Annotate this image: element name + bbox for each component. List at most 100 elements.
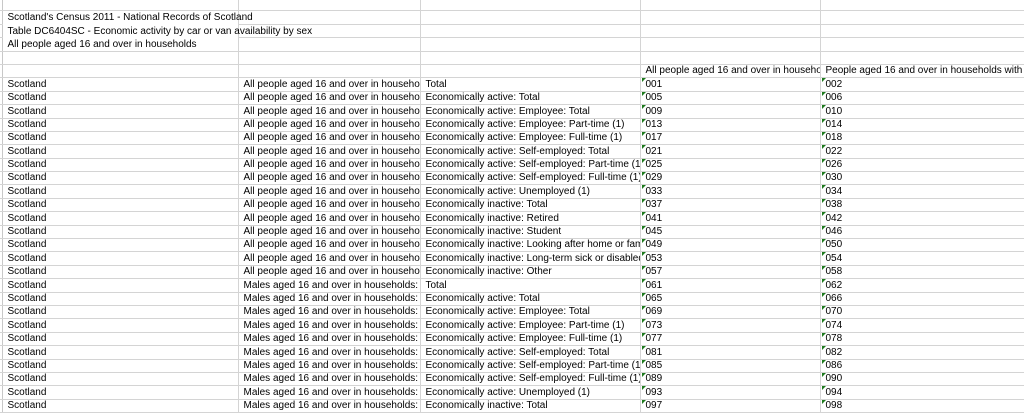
cell[interactable] xyxy=(2,0,239,12)
cell[interactable] xyxy=(420,0,641,12)
area-cell[interactable]: Scotland xyxy=(2,118,239,132)
cell[interactable] xyxy=(640,24,821,39)
population-cell[interactable]: All people aged 16 and over in household… xyxy=(238,265,421,280)
code-cell[interactable]: 090 xyxy=(820,372,1024,387)
activity-cell[interactable]: Economically active: Employee: Part-time… xyxy=(420,318,641,333)
activity-cell[interactable]: Economically active: Self-employed: Part… xyxy=(420,359,641,373)
cell[interactable] xyxy=(640,51,821,65)
code-cell[interactable]: 057 xyxy=(640,265,821,280)
code-cell[interactable]: 038 xyxy=(820,198,1024,213)
cell[interactable] xyxy=(238,0,421,12)
area-cell[interactable]: Scotland xyxy=(2,211,239,226)
activity-cell[interactable]: Total xyxy=(420,278,641,293)
population-cell[interactable]: All people aged 16 and over in household… xyxy=(238,144,421,159)
population-cell[interactable]: Males aged 16 and over in households: xyxy=(238,345,421,360)
code-cell[interactable]: 033 xyxy=(640,184,821,199)
code-cell[interactable]: 065 xyxy=(640,292,821,306)
cell[interactable] xyxy=(640,0,821,12)
activity-cell[interactable]: Economically inactive: Looking after hom… xyxy=(420,238,641,253)
cell[interactable] xyxy=(238,24,421,39)
cell[interactable] xyxy=(820,37,1024,52)
column-header-all-people[interactable]: All people aged 16 and over in household… xyxy=(640,64,821,79)
population-cell[interactable]: All people aged 16 and over in household… xyxy=(238,91,421,106)
population-cell[interactable]: All people aged 16 and over in household… xyxy=(238,118,421,132)
population-cell[interactable]: All people aged 16 and over in household… xyxy=(238,238,421,253)
area-cell[interactable]: Scotland xyxy=(2,292,239,306)
code-cell[interactable]: 045 xyxy=(640,225,821,240)
population-cell[interactable]: Males aged 16 and over in households: xyxy=(238,305,421,320)
code-cell[interactable]: 010 xyxy=(820,104,1024,119)
cell[interactable] xyxy=(820,24,1024,39)
activity-cell[interactable]: Economically active: Self-employed: Full… xyxy=(420,372,641,387)
code-cell[interactable]: 073 xyxy=(640,318,821,333)
activity-cell[interactable]: Economically inactive: Total xyxy=(420,399,641,413)
code-cell[interactable]: 049 xyxy=(640,238,821,253)
code-cell[interactable]: 089 xyxy=(640,372,821,387)
code-cell[interactable]: 077 xyxy=(640,332,821,347)
area-cell[interactable]: Scotland xyxy=(2,225,239,240)
population-cell[interactable]: All people aged 16 and over in household… xyxy=(238,77,421,92)
area-cell[interactable]: Scotland xyxy=(2,158,239,173)
population-cell[interactable]: Males aged 16 and over in households: xyxy=(238,278,421,293)
cell[interactable] xyxy=(420,64,641,79)
code-cell[interactable]: 098 xyxy=(820,399,1024,413)
code-cell[interactable]: 005 xyxy=(640,91,821,106)
code-cell[interactable]: 018 xyxy=(820,131,1024,146)
cell[interactable] xyxy=(420,37,641,52)
activity-cell[interactable]: Economically active: Employee: Full-time… xyxy=(420,332,641,347)
population-cell[interactable]: Males aged 16 and over in households: xyxy=(238,372,421,387)
population-cell[interactable]: All people aged 16 and over in household… xyxy=(238,158,421,173)
area-cell[interactable]: Scotland xyxy=(2,104,239,119)
code-cell[interactable]: 086 xyxy=(820,359,1024,373)
code-cell[interactable]: 081 xyxy=(640,345,821,360)
activity-cell[interactable]: Economically inactive: Total xyxy=(420,198,641,213)
title-cell[interactable]: Scotland's Census 2011 - National Record… xyxy=(2,10,253,25)
activity-cell[interactable]: Economically active: Self-employed: Part… xyxy=(420,158,641,173)
population-cell[interactable]: All people aged 16 and over in household… xyxy=(238,104,421,119)
code-cell[interactable]: 074 xyxy=(820,318,1024,333)
area-cell[interactable]: Scotland xyxy=(2,238,239,253)
area-cell[interactable]: Scotland xyxy=(2,385,239,400)
activity-cell[interactable]: Economically active: Self-employed: Full… xyxy=(420,171,641,186)
population-cell[interactable]: Males aged 16 and over in households: xyxy=(238,332,421,347)
cell[interactable] xyxy=(820,51,1024,65)
area-cell[interactable]: Scotland xyxy=(2,184,239,199)
activity-cell[interactable]: Economically inactive: Retired xyxy=(420,211,641,226)
code-cell[interactable]: 061 xyxy=(640,278,821,293)
code-cell[interactable]: 053 xyxy=(640,251,821,266)
code-cell[interactable]: 026 xyxy=(820,158,1024,173)
activity-cell[interactable]: Economically active: Self-employed: Tota… xyxy=(420,345,641,360)
code-cell[interactable]: 025 xyxy=(640,158,821,173)
area-cell[interactable]: Scotland xyxy=(2,318,239,333)
population-cell[interactable]: Males aged 16 and over in households: xyxy=(238,359,421,373)
cell[interactable] xyxy=(238,51,421,65)
code-cell[interactable]: 029 xyxy=(640,171,821,186)
code-cell[interactable]: 058 xyxy=(820,265,1024,280)
population-cell[interactable]: All people aged 16 and over in household… xyxy=(238,184,421,199)
column-header-no-car[interactable]: People aged 16 and over in households wi… xyxy=(820,64,1024,79)
cell[interactable] xyxy=(820,0,1024,12)
code-cell[interactable]: 034 xyxy=(820,184,1024,199)
cell[interactable] xyxy=(420,51,641,65)
code-cell[interactable]: 009 xyxy=(640,104,821,119)
area-cell[interactable]: Scotland xyxy=(2,345,239,360)
code-cell[interactable]: 054 xyxy=(820,251,1024,266)
code-cell[interactable]: 097 xyxy=(640,399,821,413)
code-cell[interactable]: 002 xyxy=(820,77,1024,92)
code-cell[interactable]: 094 xyxy=(820,385,1024,400)
code-cell[interactable]: 022 xyxy=(820,144,1024,159)
area-cell[interactable]: Scotland xyxy=(2,131,239,146)
code-cell[interactable]: 014 xyxy=(820,118,1024,132)
activity-cell[interactable]: Economically active: Self-employed: Tota… xyxy=(420,144,641,159)
area-cell[interactable]: Scotland xyxy=(2,91,239,106)
area-cell[interactable]: Scotland xyxy=(2,278,239,293)
population-cell[interactable]: All people aged 16 and over in household… xyxy=(238,198,421,213)
area-cell[interactable]: Scotland xyxy=(2,332,239,347)
code-cell[interactable]: 041 xyxy=(640,211,821,226)
activity-cell[interactable]: Economically inactive: Long-term sick or… xyxy=(420,251,641,266)
activity-cell[interactable]: Economically active: Total xyxy=(420,91,641,106)
code-cell[interactable]: 037 xyxy=(640,198,821,213)
area-cell[interactable]: Scotland xyxy=(2,305,239,320)
code-cell[interactable]: 093 xyxy=(640,385,821,400)
code-cell[interactable]: 006 xyxy=(820,91,1024,106)
